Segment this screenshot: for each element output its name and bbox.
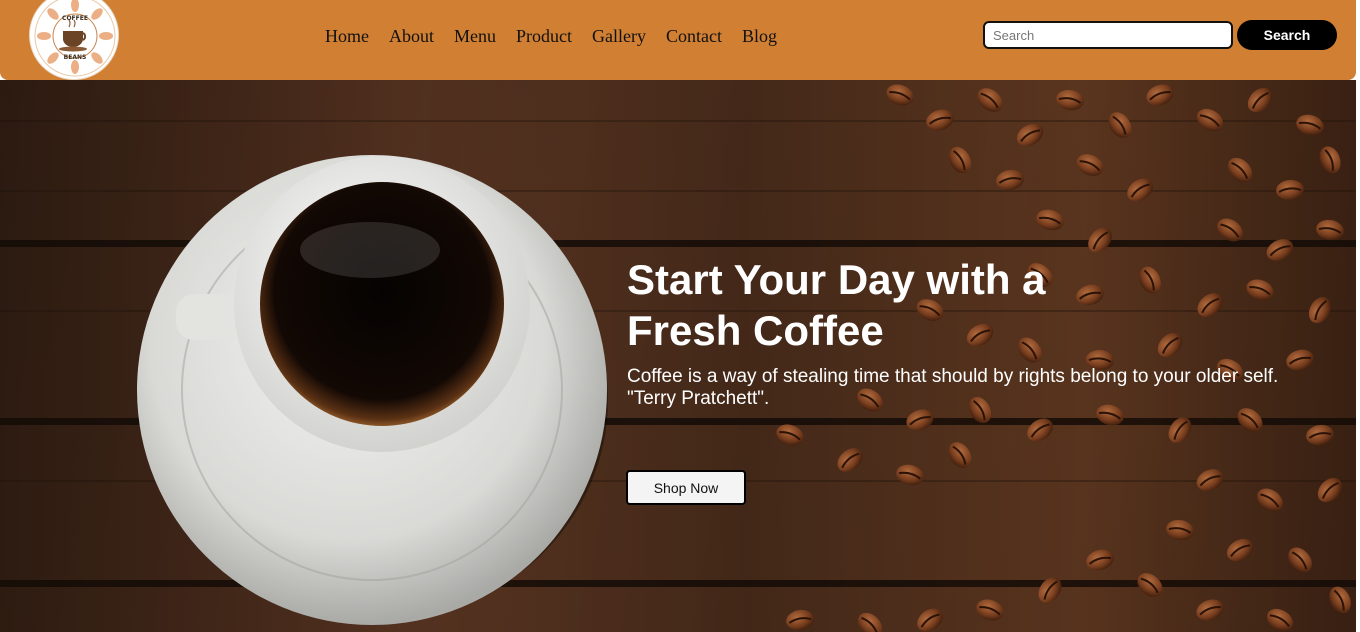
site-header: COFFEE BEANS Home About Menu Product Gal… bbox=[0, 0, 1356, 80]
hero-background-image bbox=[137, 80, 1356, 632]
nav-item-home[interactable]: Home bbox=[325, 25, 369, 47]
main-nav: Home About Menu Product Gallery Contact … bbox=[325, 25, 797, 47]
nav-item-gallery[interactable]: Gallery bbox=[592, 25, 646, 47]
search-input[interactable] bbox=[983, 21, 1233, 49]
nav-item-product[interactable]: Product bbox=[516, 25, 572, 47]
nav-item-contact[interactable]: Contact bbox=[666, 25, 722, 47]
hero-title-line-2: Fresh Coffee bbox=[627, 307, 884, 354]
hero-title-line-1: Start Your Day with a bbox=[627, 256, 1046, 303]
nav-item-about[interactable]: About bbox=[389, 25, 434, 47]
hero-section: Start Your Day with a Fresh Coffee Coffe… bbox=[0, 80, 1356, 632]
shop-now-button[interactable]: Shop Now bbox=[626, 470, 746, 505]
search-button[interactable]: Search bbox=[1237, 20, 1337, 50]
hero-quote: Coffee is a way of stealing time that sh… bbox=[627, 366, 1327, 410]
hero-title: Start Your Day with a Fresh Coffee bbox=[627, 254, 1147, 356]
coffee-surface bbox=[260, 182, 504, 426]
logo-text-top: COFFEE bbox=[62, 15, 88, 22]
brand-logo[interactable]: COFFEE BEANS bbox=[29, 0, 119, 80]
coffee-cup-logo-icon bbox=[34, 0, 116, 77]
nav-item-menu[interactable]: Menu bbox=[454, 25, 496, 47]
logo-text-bottom: BEANS bbox=[63, 54, 87, 61]
coffee-beans bbox=[772, 80, 1356, 632]
hero-quote-line-1: Coffee is a way of stealing time that sh… bbox=[627, 366, 1279, 387]
hero-quote-line-2: "Terry Pratchett". bbox=[627, 388, 770, 409]
nav-item-blog[interactable]: Blog bbox=[742, 25, 777, 47]
